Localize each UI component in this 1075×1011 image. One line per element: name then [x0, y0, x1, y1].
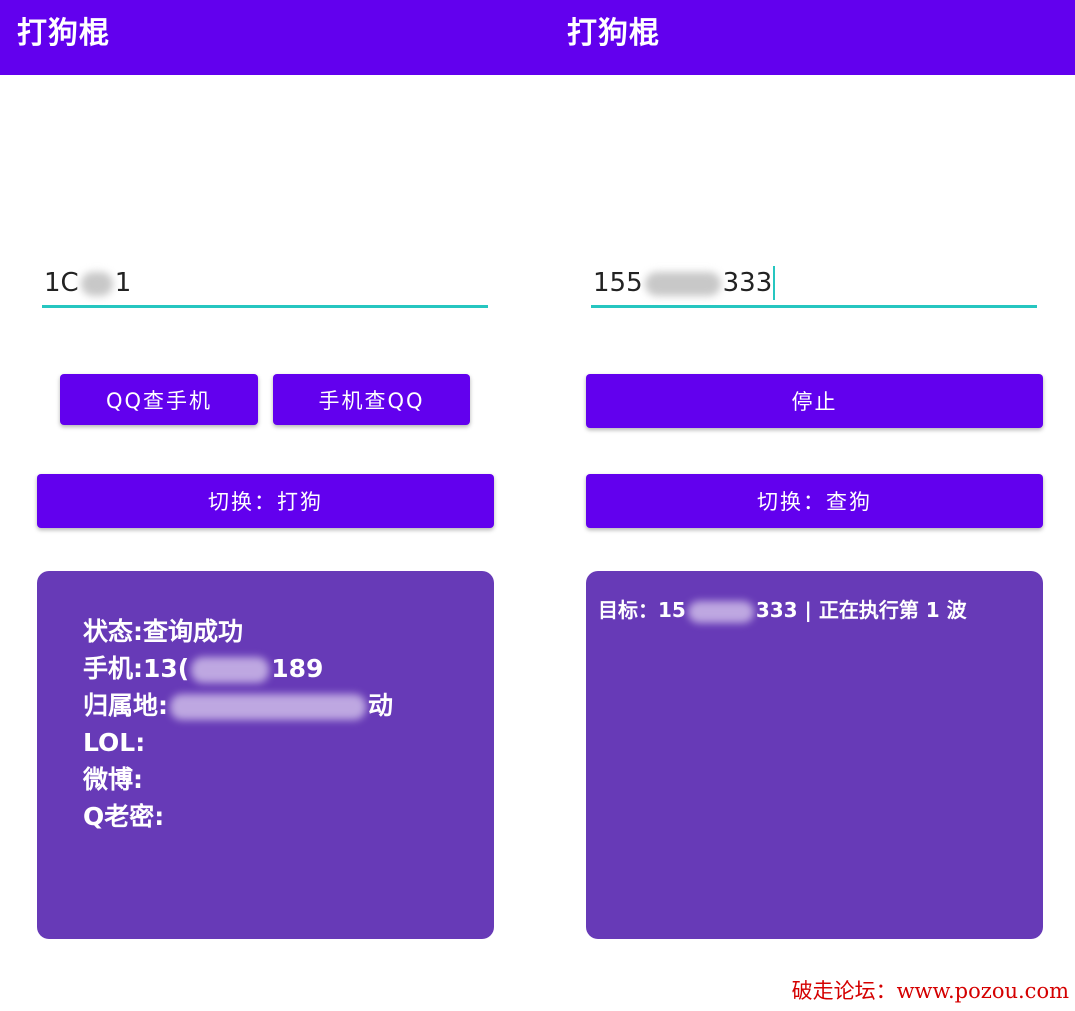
result-lines: 状态:查询成功 手机:13( 189 归属地: 动 LOL: 微博: Q老密: — [83, 613, 393, 835]
right-input-value: 155 333 — [593, 266, 776, 300]
right-input-prefix: 155 — [593, 268, 643, 298]
lol-line: LOL: — [83, 728, 146, 757]
target-suffix: 333 | 正在执行第 1 波 — [755, 598, 967, 622]
status-line: 状态:查询成功 — [83, 617, 243, 646]
left-input-underline — [42, 305, 488, 308]
redaction-blur — [644, 271, 721, 296]
stop-button[interactable]: 停止 — [586, 374, 1043, 428]
redaction-blur — [191, 657, 270, 683]
redaction-blur — [687, 600, 754, 623]
right-number-input[interactable]: 155 333 — [591, 258, 1037, 308]
phone-to-qq-button[interactable]: 手机查QQ — [273, 374, 470, 425]
location-line: 归属地: 动 — [83, 687, 393, 724]
q-password-line: Q老密: — [83, 802, 165, 831]
location-prefix: 归属地: — [83, 691, 168, 720]
location-suffix: 动 — [368, 691, 394, 720]
redaction-blur — [80, 271, 113, 296]
left-app-title: 打狗棍 — [17, 16, 110, 51]
left-number-input[interactable]: 1C 1 — [42, 258, 488, 308]
right-switch-button[interactable]: 切换：查狗 — [586, 474, 1043, 528]
weibo-line: 微博: — [83, 765, 143, 794]
left-result-panel: 状态:查询成功 手机:13( 189 归属地: 动 LOL: 微博: Q老密: — [37, 571, 494, 939]
right-status-panel: 目标：15 333 | 正在执行第 1 波 — [586, 571, 1043, 939]
right-input-underline — [591, 305, 1037, 308]
left-input-suffix: 1 — [114, 268, 132, 298]
screen: 打狗棍 打狗棍 1C 1 QQ查手机 手机查QQ 切换：打狗 状态:查询成功 手机… — [0, 0, 1075, 1011]
redaction-blur — [170, 694, 366, 720]
phone-suffix: 189 — [271, 654, 324, 683]
right-app-title: 打狗棍 — [567, 16, 660, 51]
target-prefix: 目标：15 — [598, 598, 686, 622]
forum-watermark: 破走论坛：www.pozou.com — [791, 979, 1069, 1003]
text-caret — [773, 266, 776, 300]
left-input-prefix: 1C — [44, 268, 79, 298]
phone-prefix: 手机:13( — [83, 654, 190, 683]
left-switch-button[interactable]: 切换：打狗 — [37, 474, 494, 528]
phone-line: 手机:13( 189 — [83, 650, 393, 687]
right-input-suffix: 333 — [722, 268, 773, 298]
qq-to-phone-button[interactable]: QQ查手机 — [60, 374, 258, 425]
app-bar: 打狗棍 打狗棍 — [0, 0, 1075, 75]
left-input-value: 1C 1 — [44, 266, 131, 300]
target-status-line: 目标：15 333 | 正在执行第 1 波 — [598, 595, 967, 625]
